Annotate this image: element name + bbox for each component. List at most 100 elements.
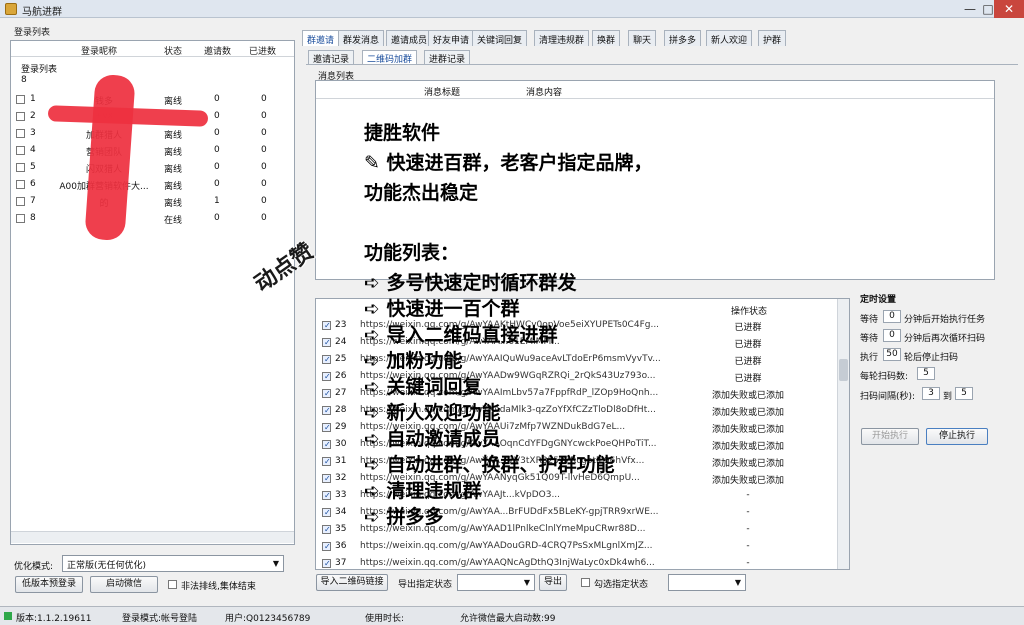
promo-feature: ➪ 拼多多	[364, 506, 444, 528]
login-row[interactable]: 5闪双猎人离线00	[11, 159, 294, 176]
col-status: 状态	[164, 47, 183, 57]
col-operation-status: 操作状态	[731, 307, 768, 317]
tab-10[interactable]: 护群	[758, 30, 787, 46]
invite-row-status: -	[746, 507, 750, 517]
subtab-0[interactable]: 邀请记录	[308, 50, 355, 65]
non-queue-checkbox[interactable]	[168, 580, 177, 589]
login-row[interactable]: 7的离线10	[11, 193, 294, 210]
tab-1[interactable]: 群发消息	[338, 30, 385, 46]
row-checkbox[interactable]	[16, 163, 25, 172]
import-qr-link-button[interactable]: 导入二维码链接	[316, 574, 388, 591]
invite-row-checkbox[interactable]	[322, 372, 331, 381]
login-mode-text: 登录模式:帐号登陆	[122, 614, 198, 624]
invite-row-status: 添加失败或已添加	[711, 425, 784, 435]
login-row[interactable]: 4营销团队离线00	[11, 142, 294, 159]
message-table-header: 消息标题 消息内容	[316, 81, 994, 99]
user-text: 用户:Q0123456789	[225, 614, 311, 624]
wait1-input[interactable]: 0	[883, 310, 901, 323]
row-invites: 0	[214, 94, 220, 104]
tab-9[interactable]: 新人欢迎	[706, 30, 753, 46]
invite-row-checkbox[interactable]	[322, 389, 331, 398]
per-round-input[interactable]: 5	[917, 367, 935, 380]
horizontal-scrollbar[interactable]	[11, 531, 294, 543]
row-invites: 0	[214, 111, 220, 121]
interval-to-input[interactable]: 5	[955, 387, 973, 400]
per-round-label: 每轮扫码数:	[860, 372, 909, 382]
tab-6[interactable]: 换群	[592, 30, 621, 46]
low-version-login-button[interactable]: 低版本预登录	[15, 576, 83, 593]
optimize-mode-select[interactable]: 正常版(无任何优化) ▼	[62, 555, 284, 572]
export-button[interactable]: 导出	[539, 574, 567, 591]
login-row[interactable]: 8 在线 0 0	[11, 210, 294, 227]
row-checkbox[interactable]	[16, 112, 25, 121]
promo-line-3: 功能杰出稳定	[364, 182, 479, 204]
tab-8[interactable]: 拼多多	[664, 30, 702, 46]
tab-7[interactable]: 聊天	[628, 30, 657, 46]
invite-row-checkbox[interactable]	[322, 321, 331, 330]
tab-2[interactable]: 邀请成员	[386, 30, 433, 46]
invite-row-checkbox[interactable]	[322, 491, 331, 500]
close-button[interactable]: ✕	[994, 0, 1024, 18]
row-status: 离线	[164, 182, 183, 192]
tab-4[interactable]: 关键词回复	[472, 30, 528, 46]
login-row[interactable]: 3加群猎人离线00	[11, 125, 294, 142]
tab-5[interactable]: 清理违规群	[534, 30, 590, 46]
invite-row-checkbox[interactable]	[322, 406, 331, 415]
invite-row-checkbox[interactable]	[322, 355, 331, 364]
start-execute-button[interactable]: 开始执行	[861, 428, 919, 445]
promo-feature: ➪ 导入二维码直接进群	[364, 324, 558, 346]
row-number: 8	[30, 213, 36, 223]
login-row[interactable]: 6A00加群营销软件大...离线00	[11, 176, 294, 193]
row-checkbox[interactable]	[16, 180, 25, 189]
title-bar: 马航进群 — □ ✕	[0, 0, 1024, 18]
row-joined: 0	[261, 213, 267, 223]
invite-row-checkbox[interactable]	[322, 559, 331, 568]
row-number: 2	[30, 111, 36, 121]
row-invites: 0	[214, 162, 220, 172]
invite-row-checkbox[interactable]	[322, 457, 331, 466]
row-checkbox[interactable]	[16, 146, 25, 155]
invite-row-checkbox[interactable]	[322, 508, 331, 517]
tab-0[interactable]: 群邀请	[302, 30, 340, 46]
row-joined: 0	[261, 111, 267, 121]
row-checkbox[interactable]	[16, 214, 25, 223]
row-checkbox[interactable]	[16, 197, 25, 206]
invite-row-status: -	[746, 558, 750, 568]
row-status: 离线	[164, 97, 183, 107]
invite-row-checkbox[interactable]	[322, 525, 331, 534]
invite-row-number: 33	[335, 490, 347, 500]
vertical-scrollbar[interactable]	[837, 299, 849, 569]
stop-execute-button[interactable]: 停止执行	[926, 428, 988, 445]
start-wechat-button[interactable]: 启动微信	[90, 576, 158, 593]
invite-row-checkbox[interactable]	[322, 474, 331, 483]
exec-input[interactable]: 50	[883, 348, 901, 361]
invite-row-checkbox[interactable]	[322, 338, 331, 347]
export-status-label: 导出指定状态	[398, 580, 453, 590]
invite-row[interactable]: 36 https://weixin.qq.com/g/AwYAADouGRD-4C…	[316, 538, 836, 555]
select-status-checkbox[interactable]	[581, 578, 590, 587]
row-invites: 0	[214, 145, 220, 155]
invite-row-number: 32	[335, 473, 347, 483]
subtab-2[interactable]: 进群记录	[424, 50, 471, 65]
promo-feature: ➪ 清理违规群	[364, 480, 482, 502]
export-status-select[interactable]: ▼	[457, 574, 535, 591]
invite-row-number: 28	[335, 405, 347, 415]
scroll-thumb[interactable]	[839, 359, 848, 381]
wait2-input[interactable]: 0	[883, 329, 901, 342]
exec-suffix: 轮后停止扫码	[904, 353, 959, 363]
row-checkbox[interactable]	[16, 95, 25, 104]
row-checkbox[interactable]	[16, 129, 25, 138]
interval-from-input[interactable]: 3	[922, 387, 940, 400]
row-status: 离线	[164, 199, 183, 209]
invite-row-checkbox[interactable]	[322, 423, 331, 432]
status-bar: 版本:1.1.2.19611 登录模式:帐号登陆 用户:Q0123456789 …	[0, 606, 1024, 625]
interval-label: 扫码间隔(秒):	[860, 392, 916, 402]
minimize-button[interactable]: —	[960, 0, 980, 18]
subtab-1[interactable]: 二维码加群	[362, 50, 418, 65]
row-number: 6	[30, 179, 36, 189]
invite-row-checkbox[interactable]	[322, 542, 331, 551]
invite-row[interactable]: 37 https://weixin.qq.com/g/AwYAAQNcAgDthQ…	[316, 555, 836, 572]
invite-row-checkbox[interactable]	[322, 440, 331, 449]
select-status-dropdown[interactable]: ▼	[668, 574, 746, 591]
tab-3[interactable]: 好友申请	[428, 30, 475, 46]
